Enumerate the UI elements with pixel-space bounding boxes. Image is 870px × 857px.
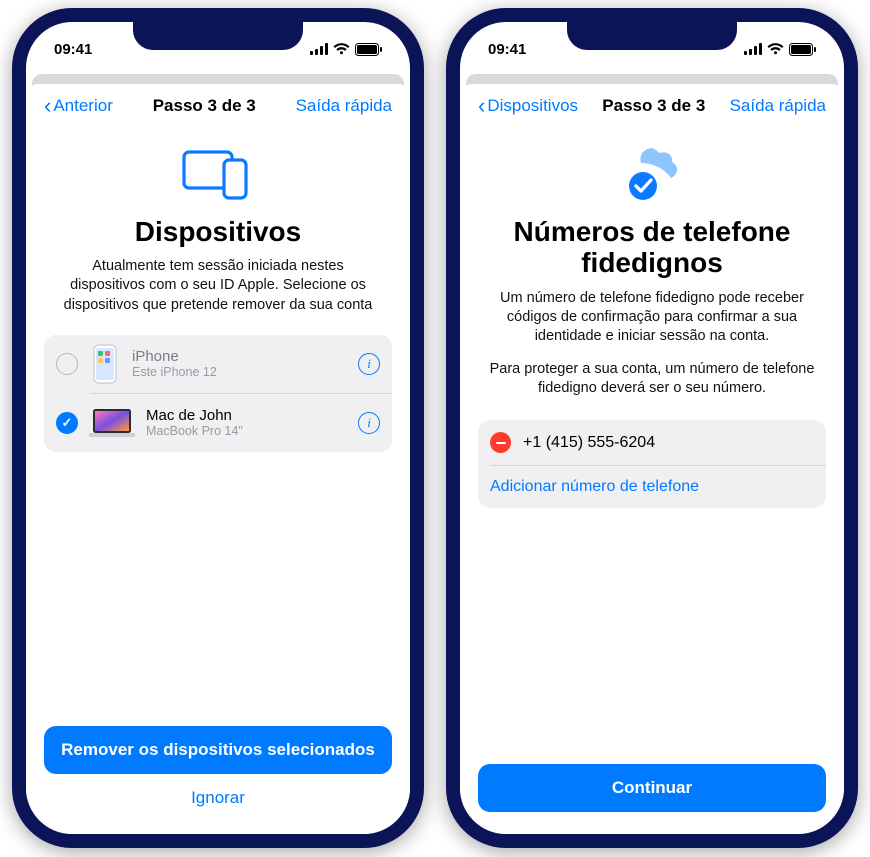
status-time: 09:41: [488, 41, 526, 58]
screen: 09:41 ‹ Dispositivos Passo 3: [460, 22, 844, 834]
phone-number-row[interactable]: +1 (415) 555-6204: [478, 420, 826, 465]
notch: [567, 22, 737, 50]
phone-number-value: +1 (415) 555-6204: [523, 434, 655, 452]
wifi-icon: [767, 43, 784, 55]
add-phone-number-button[interactable]: Adicionar número de telefone: [478, 466, 826, 508]
device-row[interactable]: iPhone Este iPhone 12 i: [44, 335, 392, 393]
quick-exit-button[interactable]: Saída rápida: [296, 96, 392, 116]
device-checkbox[interactable]: [56, 412, 78, 434]
screen: 09:41 ‹ Anterior Passo 3 de 3: [26, 22, 410, 834]
skip-button[interactable]: Ignorar: [44, 774, 392, 812]
device-sublabel: MacBook Pro 14": [146, 424, 348, 438]
remove-number-icon[interactable]: [490, 432, 511, 453]
sheet: ‹ Anterior Passo 3 de 3 Saída rápida Dis…: [26, 84, 410, 834]
page-title: Dispositivos: [44, 216, 392, 247]
nav-bar: ‹ Anterior Passo 3 de 3 Saída rápida: [44, 84, 392, 128]
page-subtitle: Atualmente tem sessão iniciada nestes di…: [44, 257, 392, 314]
device-checkbox[interactable]: [56, 353, 78, 375]
status-time: 09:41: [54, 41, 92, 58]
notch: [133, 22, 303, 50]
devices-hero-icon: [44, 146, 392, 206]
chevron-left-icon: ‹: [478, 95, 485, 117]
continue-button[interactable]: Continuar: [478, 764, 826, 812]
phone-frame-left: 09:41 ‹ Anterior Passo 3 de 3: [12, 8, 424, 848]
nav-title: Passo 3 de 3: [602, 96, 705, 116]
page-note: Para proteger a sua conta, um número de …: [478, 360, 826, 398]
back-label: Anterior: [53, 96, 113, 116]
cellular-icon: [744, 43, 762, 55]
device-sublabel: Este iPhone 12: [132, 365, 348, 379]
page-title: Números de telefone fidedignos: [478, 216, 826, 279]
chevron-left-icon: ‹: [44, 95, 51, 117]
phone-frame-right: 09:41 ‹ Dispositivos Passo 3: [446, 8, 858, 848]
info-icon[interactable]: i: [358, 353, 380, 375]
device-meta: iPhone Este iPhone 12: [132, 348, 348, 379]
wifi-icon: [333, 43, 350, 55]
battery-icon: [355, 43, 382, 56]
nav-title: Passo 3 de 3: [153, 96, 256, 116]
device-row[interactable]: Mac de John MacBook Pro 14" i: [44, 394, 392, 452]
trusted-number-hero-icon: [478, 146, 826, 206]
device-meta: Mac de John MacBook Pro 14": [146, 407, 348, 438]
device-name: iPhone: [132, 348, 348, 365]
info-icon[interactable]: i: [358, 412, 380, 434]
remove-devices-button[interactable]: Remover os dispositivos selecionados: [44, 726, 392, 774]
back-label: Dispositivos: [487, 96, 578, 116]
add-phone-number-label: Adicionar número de telefone: [490, 478, 699, 496]
device-list: iPhone Este iPhone 12 i: [44, 335, 392, 452]
device-name: Mac de John: [146, 407, 348, 424]
macbook-icon: [88, 406, 136, 440]
status-indicators: [310, 43, 382, 56]
battery-icon: [789, 43, 816, 56]
quick-exit-button[interactable]: Saída rápida: [730, 96, 826, 116]
page-subtitle: Um número de telefone fidedigno pode rec…: [478, 289, 826, 346]
back-button[interactable]: ‹ Anterior: [44, 95, 113, 117]
status-indicators: [744, 43, 816, 56]
sheet: ‹ Dispositivos Passo 3 de 3 Saída rápida…: [460, 84, 844, 834]
cellular-icon: [310, 43, 328, 55]
phone-number-list: +1 (415) 555-6204 Adicionar número de te…: [478, 420, 826, 508]
iphone-icon: [88, 344, 122, 384]
back-button[interactable]: ‹ Dispositivos: [478, 95, 578, 117]
nav-bar: ‹ Dispositivos Passo 3 de 3 Saída rápida: [478, 84, 826, 128]
